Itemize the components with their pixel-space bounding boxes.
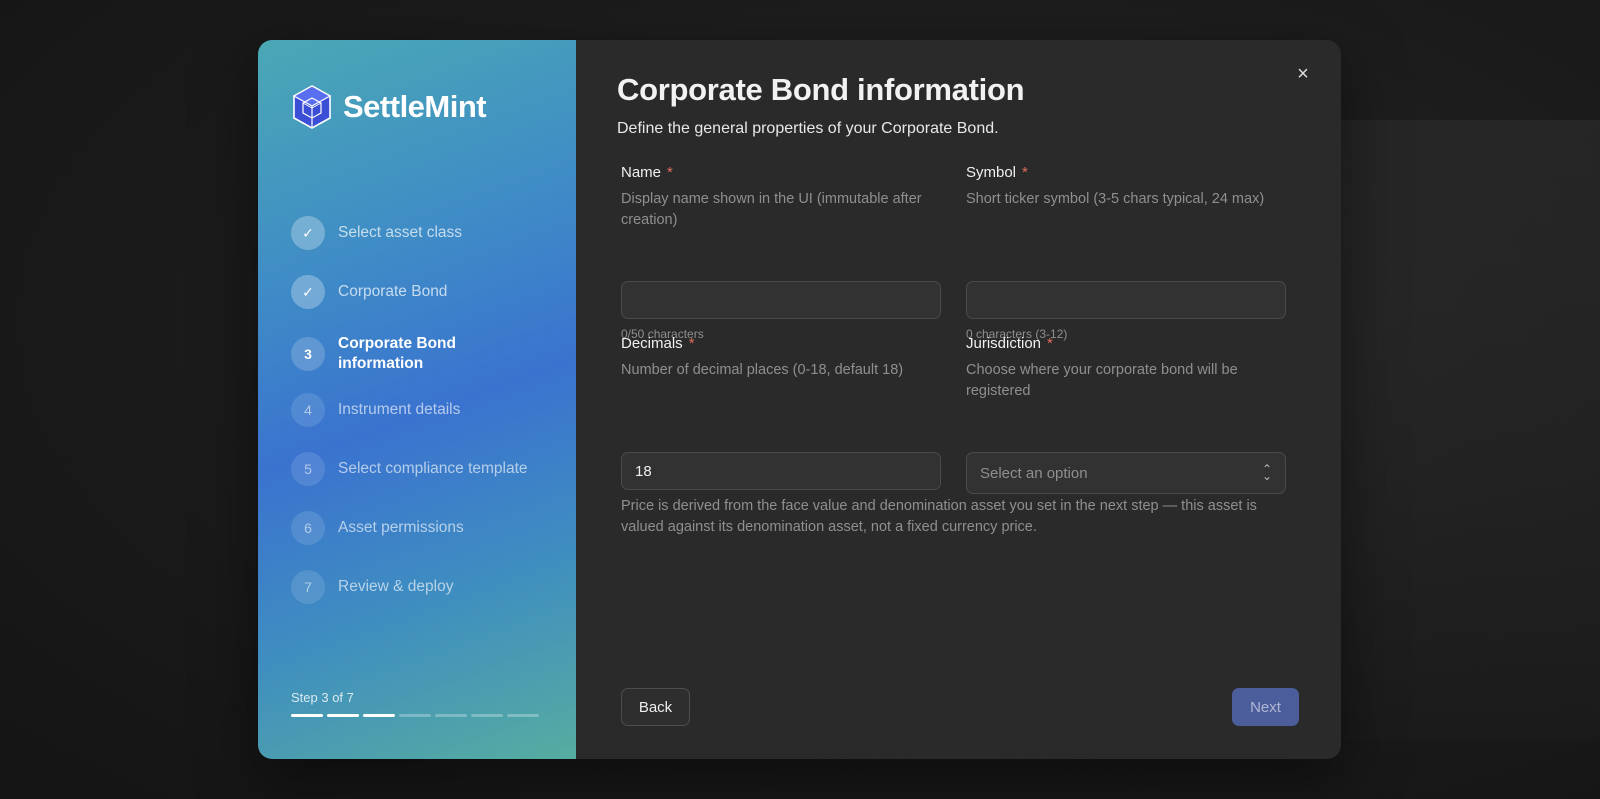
asset-wizard-modal: SettleMint ✓ Select asset class ✓ Corpor…	[258, 40, 1341, 759]
page-title: Corporate Bond information	[617, 72, 1025, 107]
step-number: 7	[291, 570, 325, 604]
step-corporate-bond[interactable]: ✓ Corporate Bond	[291, 275, 561, 309]
step-label: Instrument details	[338, 401, 461, 418]
brand-logo: SettleMint	[291, 84, 487, 130]
step-label: Select asset class	[338, 224, 463, 241]
required-mark: *	[667, 164, 673, 181]
step-select-asset-class[interactable]: ✓ Select asset class	[291, 216, 561, 250]
next-button[interactable]: Next	[1232, 688, 1299, 726]
symbol-label: Symbol	[966, 164, 1017, 181]
wizard-sidebar: SettleMint ✓ Select asset class ✓ Corpor…	[258, 40, 576, 759]
step-corporate-bond-information[interactable]: 3 Corporate Bond information	[291, 334, 561, 374]
step-number: 3	[291, 337, 325, 371]
step-label: Asset permissions	[338, 519, 464, 536]
cube-icon	[292, 85, 332, 129]
step-label: Corporate Bond information	[338, 335, 456, 372]
symbol-field: Symbol * Short ticker symbol (3-5 chars t…	[966, 164, 1286, 341]
required-mark: *	[688, 335, 695, 352]
progress-segment	[507, 714, 539, 717]
page-subtitle: Define the general properties of your Co…	[617, 120, 999, 137]
decimals-label: Decimals	[621, 335, 683, 352]
step-label: Review & deploy	[338, 578, 454, 595]
price-note: Price is derived from the face value and…	[621, 498, 1257, 535]
name-input[interactable]	[621, 281, 941, 319]
close-icon[interactable]: ×	[1291, 62, 1315, 86]
progress-segment	[471, 714, 503, 717]
progress-segment	[399, 714, 431, 717]
step-progress-bar	[291, 714, 539, 717]
step-label: Corporate Bond	[338, 283, 448, 300]
step-number: 5	[291, 452, 325, 486]
progress-segment	[291, 714, 323, 717]
step-number: 4	[291, 393, 325, 427]
check-icon: ✓	[291, 275, 325, 309]
step-label: Select compliance template	[338, 460, 528, 477]
decimals-input[interactable]: 18	[621, 452, 941, 490]
step-review-deploy[interactable]: 7 Review & deploy	[291, 570, 561, 604]
wizard-content: × Corporate Bond information Define the …	[576, 40, 1341, 759]
check-icon: ✓	[291, 216, 325, 250]
required-mark: *	[1047, 335, 1053, 352]
step-number: 6	[291, 511, 325, 545]
step-instrument-details[interactable]: 4 Instrument details	[291, 393, 561, 427]
required-mark: *	[1022, 164, 1028, 181]
step-counter: Step 3 of 7	[291, 690, 354, 705]
step-asset-permissions[interactable]: 6 Asset permissions	[291, 511, 561, 545]
symbol-help: Short ticker symbol (3-5 chars typical, …	[966, 191, 1265, 207]
progress-segment	[363, 714, 395, 717]
back-button[interactable]: Back	[621, 688, 690, 726]
progress-segment	[435, 714, 467, 717]
jurisdiction-help: Choose where your corporate bond will be…	[966, 362, 1238, 399]
jurisdiction-field: Jurisdiction * Choose where your corporat…	[966, 335, 1286, 494]
progress-segment	[327, 714, 359, 717]
decimals-field: Decimals * Number of decimal places (0-18…	[621, 335, 941, 490]
step-select-compliance-template[interactable]: 5 Select compliance template	[291, 452, 561, 486]
symbol-input[interactable]	[966, 281, 1286, 319]
name-help: Display name shown in the UI (immutable …	[621, 191, 922, 228]
name-field: Name * Display name shown in the UI (immu…	[621, 164, 941, 341]
brand-name: SettleMint	[343, 89, 487, 124]
decimals-help: Number of decimal places (0-18, default …	[621, 362, 904, 378]
jurisdiction-placeholder: Select an option	[980, 464, 1088, 482]
name-label: Name	[621, 164, 662, 181]
chevron-up-down-icon: ⌃ ⌄	[1261, 462, 1272, 483]
jurisdiction-label: Jurisdiction	[966, 335, 1042, 352]
jurisdiction-select[interactable]: Select an option ⌃ ⌄	[966, 452, 1286, 494]
